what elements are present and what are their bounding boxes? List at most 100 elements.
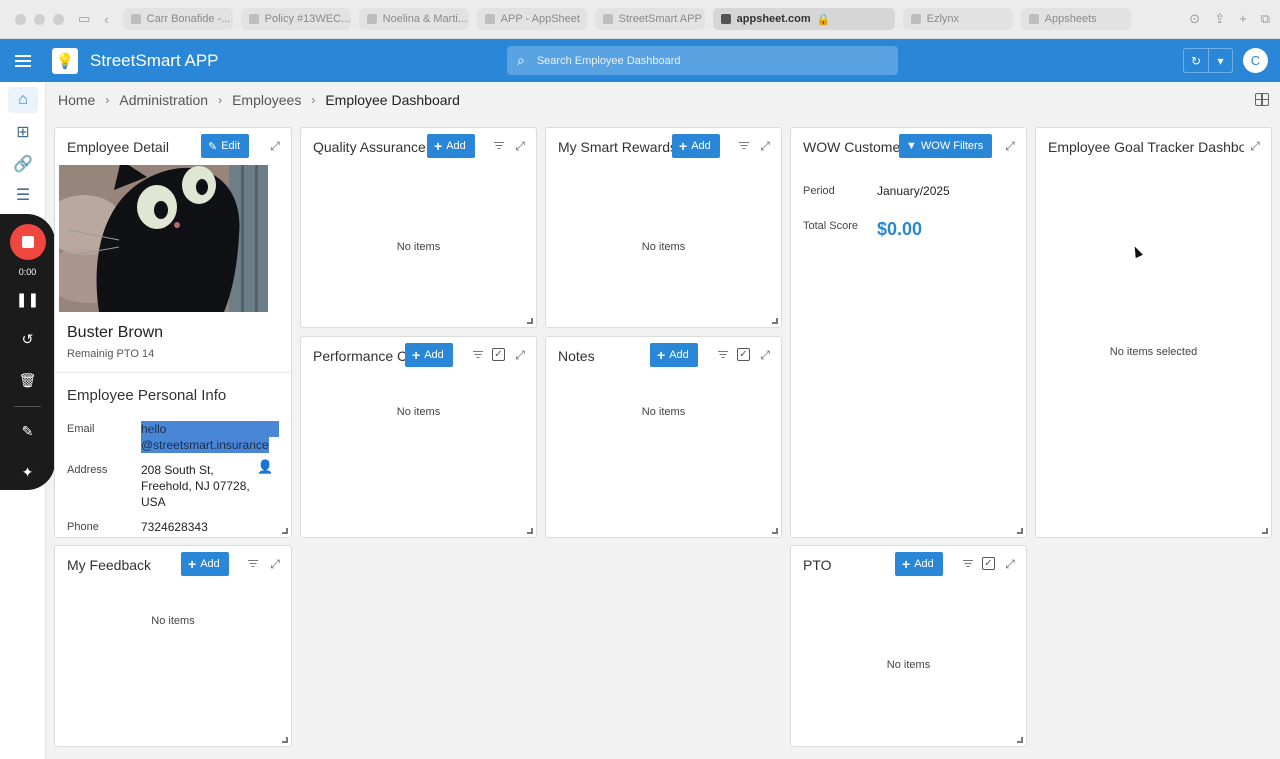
expand-icon[interactable]: ⤢ bbox=[267, 556, 283, 572]
browser-tab[interactable]: APP - AppSheet bbox=[476, 8, 587, 30]
add-feedback-button[interactable]: + Add bbox=[181, 552, 229, 576]
add-performance-button[interactable]: + Add bbox=[405, 343, 453, 367]
expand-icon[interactable]: ⤢ bbox=[1002, 556, 1018, 572]
plus-icon: + bbox=[188, 556, 197, 572]
filter-icon[interactable] bbox=[963, 560, 973, 568]
quality-assurance-panel: Quality Assurance + Add ⤢ No items bbox=[300, 127, 537, 328]
back-icon[interactable]: ‹ bbox=[104, 12, 108, 27]
edit-button[interactable]: ✎ Edit bbox=[201, 134, 250, 158]
chevron-right-icon: › bbox=[311, 93, 316, 107]
breadcrumb-employees[interactable]: Employees bbox=[232, 92, 301, 108]
address-label: Address bbox=[67, 464, 108, 476]
browser-tab[interactable]: Carr Bonafide -... bbox=[122, 8, 233, 30]
pen-icon[interactable]: ✎ bbox=[0, 423, 55, 440]
address-value[interactable]: 208 South St, Freehold, NJ 07728, USA bbox=[141, 462, 271, 510]
browser-tab[interactable]: Appsheets bbox=[1020, 8, 1131, 30]
close-window-button[interactable] bbox=[15, 13, 26, 25]
empty-state: No items selected bbox=[1109, 346, 1198, 358]
trash-icon[interactable]: 🗑 bbox=[0, 372, 55, 389]
search-bar[interactable]: ⌕ bbox=[507, 46, 898, 75]
employee-photo bbox=[59, 165, 268, 312]
select-checkbox-icon[interactable]: ✓ bbox=[492, 348, 505, 361]
window-controls bbox=[15, 13, 64, 25]
filter-icon[interactable] bbox=[494, 142, 504, 150]
expand-icon[interactable]: ⤢ bbox=[512, 347, 528, 363]
expand-icon[interactable]: ⤢ bbox=[757, 138, 773, 154]
empty-state: No items bbox=[396, 406, 441, 418]
breadcrumb-administration[interactable]: Administration bbox=[119, 92, 208, 108]
add-quality-button[interactable]: + Add bbox=[427, 134, 475, 158]
add-notes-button[interactable]: + Add bbox=[650, 343, 698, 367]
restart-icon[interactable]: ↺ bbox=[0, 331, 55, 348]
select-checkbox-icon[interactable]: ✓ bbox=[737, 348, 750, 361]
expand-icon[interactable]: ⤢ bbox=[757, 347, 773, 363]
browser-tab-active[interactable]: appsheet.com 🔒 bbox=[712, 8, 895, 30]
chevron-down-icon[interactable]: ▾ bbox=[1208, 49, 1232, 72]
expand-icon[interactable]: ⤢ bbox=[1002, 138, 1018, 154]
expand-icon[interactable]: ⤢ bbox=[1247, 138, 1263, 154]
smart-rewards-panel: My Smart Rewards + Add ⤢ No items bbox=[545, 127, 782, 328]
wow-filters-button[interactable]: ▼ WOW Filters bbox=[899, 134, 993, 158]
tab-favicon-icon bbox=[602, 14, 613, 24]
minimize-window-button[interactable] bbox=[34, 13, 45, 25]
search-input[interactable] bbox=[536, 54, 857, 67]
panel-title: My Smart Rewards bbox=[558, 139, 673, 155]
breadcrumb: Home › Administration › Employees › Empl… bbox=[58, 92, 460, 108]
sidebar-toggle-icon[interactable]: ▭ bbox=[78, 11, 90, 27]
layout-grid-icon[interactable] bbox=[1255, 93, 1269, 106]
tab-favicon-icon bbox=[130, 14, 141, 24]
new-tab-icon[interactable]: + bbox=[1239, 11, 1247, 27]
magic-wand-icon[interactable]: ✦ bbox=[0, 464, 55, 481]
total-score-label: Total Score bbox=[803, 220, 859, 232]
browser-tab[interactable]: StreetSmart APP bbox=[594, 8, 705, 30]
breadcrumb-current: Employee Dashboard bbox=[325, 92, 460, 108]
nav-org-chart-icon[interactable]: ⊞ bbox=[8, 119, 38, 145]
tab-favicon-icon bbox=[248, 14, 259, 24]
employee-detail-panel: Employee Detail ✎ Edit ⤢ Buster Brown Rem… bbox=[54, 127, 292, 538]
search-icon: ⌕ bbox=[517, 52, 525, 68]
phone-label: Phone bbox=[67, 521, 99, 533]
person-edit-icon[interactable]: 👤 bbox=[257, 459, 273, 475]
breadcrumb-home[interactable]: Home bbox=[58, 92, 95, 108]
plus-icon: + bbox=[412, 347, 421, 363]
email-value[interactable]: hello @streetsmart.insurance bbox=[141, 421, 279, 453]
filter-icon[interactable] bbox=[739, 142, 749, 150]
stop-recording-button[interactable] bbox=[10, 224, 46, 260]
zoom-window-button[interactable] bbox=[53, 13, 64, 25]
filter-icon[interactable] bbox=[473, 351, 483, 359]
expand-icon[interactable]: ⤢ bbox=[512, 138, 528, 154]
tab-favicon-icon bbox=[1028, 14, 1039, 24]
employee-name: Buster Brown bbox=[67, 324, 164, 341]
browser-tab[interactable]: Noelina & Marti... bbox=[358, 8, 469, 30]
expand-icon[interactable]: ⤢ bbox=[267, 138, 283, 154]
hamburger-menu-icon[interactable] bbox=[15, 54, 31, 67]
user-avatar[interactable]: C bbox=[1243, 48, 1268, 73]
panel-title: Performance C bbox=[313, 348, 406, 364]
plus-icon: + bbox=[902, 556, 911, 572]
sync-icon[interactable]: ↻ bbox=[1184, 49, 1208, 72]
pause-icon[interactable]: ❚❚ bbox=[0, 291, 55, 308]
add-rewards-button[interactable]: + Add bbox=[672, 134, 720, 158]
tab-favicon-icon bbox=[366, 14, 377, 24]
filter-icon[interactable] bbox=[248, 560, 258, 568]
goal-tracker-panel: Employee Goal Tracker Dashboa ⤢ No items… bbox=[1035, 127, 1272, 538]
select-checkbox-icon[interactable]: ✓ bbox=[982, 557, 995, 570]
download-icon[interactable]: ⊙ bbox=[1189, 11, 1200, 27]
tab-overview-icon[interactable]: ⧉ bbox=[1261, 11, 1270, 27]
period-value: January/2025 bbox=[877, 184, 950, 198]
filter-icon[interactable] bbox=[718, 351, 728, 359]
browser-tab[interactable]: Ezlynx bbox=[902, 8, 1013, 30]
recorder-divider bbox=[14, 406, 41, 407]
panel-title: Employee Goal Tracker Dashboa bbox=[1048, 139, 1244, 155]
phone-value[interactable]: 7324628343 bbox=[141, 519, 271, 535]
panel-title: PTO bbox=[803, 557, 832, 573]
panel-title: WOW Customer bbox=[803, 139, 903, 155]
recording-timer: 0:00 bbox=[18, 267, 37, 277]
nav-link-icon[interactable]: 🔗 bbox=[8, 151, 38, 177]
nav-list-icon[interactable]: ☰ bbox=[8, 182, 38, 208]
nav-home-icon[interactable]: ⌂ bbox=[8, 87, 38, 113]
add-pto-button[interactable]: + Add bbox=[895, 552, 943, 576]
browser-tab[interactable]: Policy #13WEC... bbox=[240, 8, 351, 30]
plus-icon: + bbox=[657, 347, 666, 363]
share-icon[interactable]: ⇪ bbox=[1214, 11, 1225, 27]
